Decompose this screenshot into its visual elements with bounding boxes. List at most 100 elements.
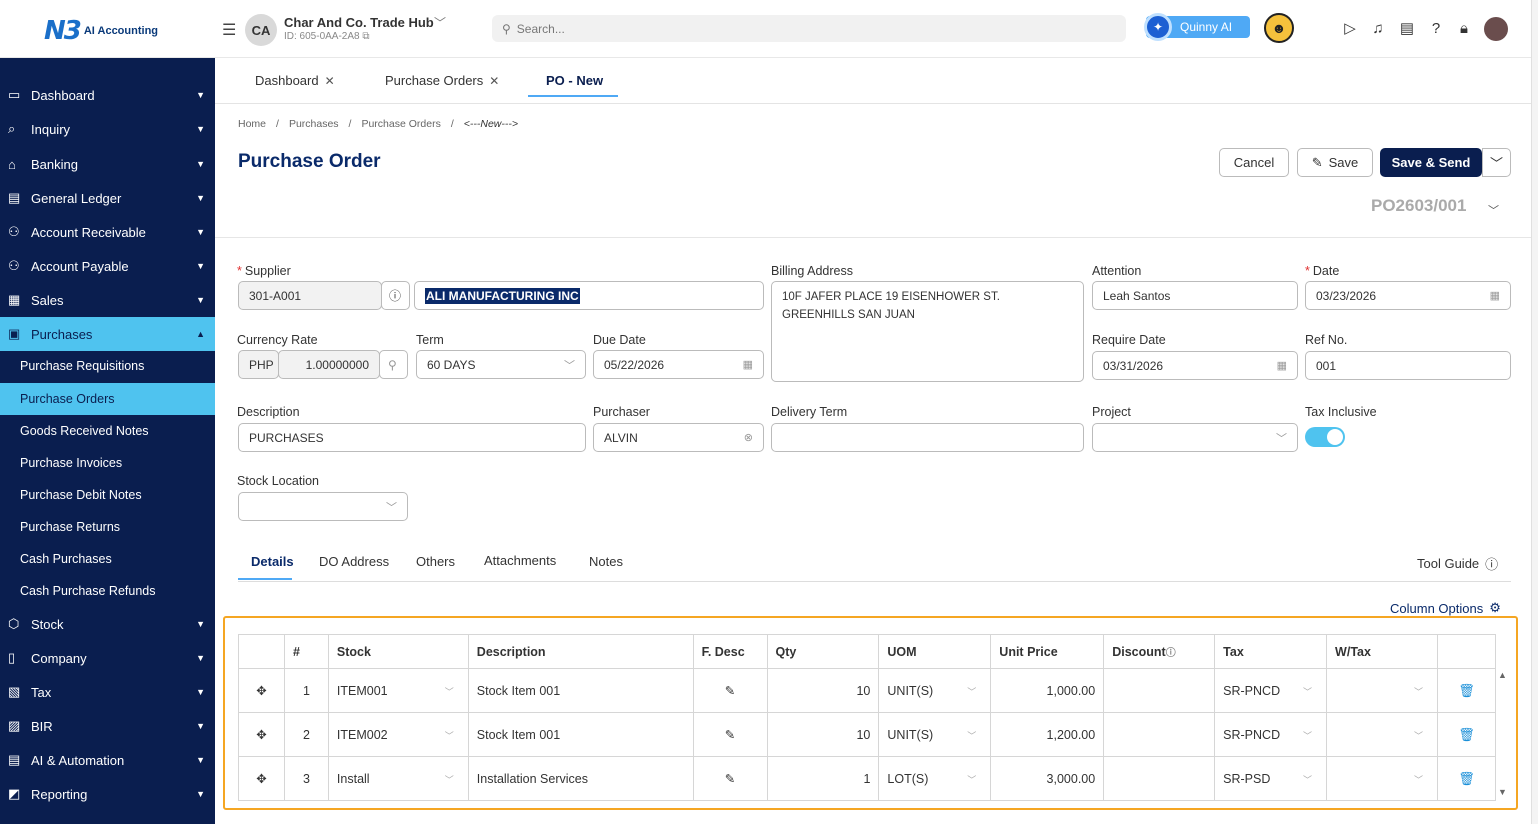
copy-icon[interactable]: ⧉: [362, 31, 369, 42]
close-icon[interactable]: ✕: [325, 74, 335, 88]
discount-cell[interactable]: [1103, 712, 1216, 757]
sidebar-sub-purchase-returns[interactable]: Purchase Returns: [0, 511, 215, 543]
header-tax[interactable]: Tax: [1214, 634, 1328, 669]
chevron-down-icon[interactable]: ﹀: [434, 14, 446, 31]
calendar-icon[interactable]: ▦: [1277, 359, 1287, 372]
scroll-up-arrow[interactable]: ▲: [1498, 670, 1507, 680]
unit-price-cell[interactable]: 3,000.00: [990, 756, 1105, 801]
tab-details[interactable]: Details: [251, 554, 294, 569]
breadcrumb-purchase-orders[interactable]: Purchase Orders: [361, 118, 440, 130]
chevron-down-icon[interactable]: ﹀: [1488, 202, 1499, 218]
column-options-button[interactable]: Column Options ⚙: [1390, 600, 1501, 616]
header-stock[interactable]: Stock: [327, 634, 469, 669]
description-cell[interactable]: Stock Item 001: [467, 712, 694, 757]
header-discount[interactable]: Discountⓘ: [1103, 634, 1216, 669]
tool-guide-button[interactable]: Tool Guide ⓘ: [1417, 554, 1498, 573]
sidebar-item-dashboard[interactable]: ▭ Dashboard ▼: [0, 78, 215, 112]
unit-price-cell[interactable]: 1,200.00: [990, 712, 1105, 757]
sidebar-sub-purchase-invoices[interactable]: Purchase Invoices: [0, 447, 215, 479]
calendar-icon[interactable]: ▦: [743, 358, 753, 371]
sidebar-sub-cash-purchase-refunds[interactable]: Cash Purchase Refunds: [0, 575, 215, 607]
sidebar-sub-purchase-requisitions[interactable]: Purchase Requisitions: [0, 350, 215, 382]
sidebar-item-purchases[interactable]: ▣ Purchases ▲: [0, 317, 215, 351]
lock-icon[interactable]: 🔒︎: [1454, 18, 1474, 38]
unit-price-cell[interactable]: 1,000.00: [990, 668, 1105, 713]
uom-cell[interactable]: UNIT(S) ﹀: [878, 712, 992, 757]
header-description[interactable]: Description: [467, 634, 694, 669]
supplier-name-field[interactable]: ALI MANUFACTURING INC: [414, 281, 764, 310]
tab-dashboard[interactable]: Dashboard ✕: [255, 73, 335, 88]
tab-purchase-orders[interactable]: Purchase Orders ✕: [385, 73, 499, 88]
supplier-info-button[interactable]: ⓘ: [381, 281, 410, 310]
page-scrollbar[interactable]: [1531, 0, 1538, 824]
uom-cell[interactable]: UNIT(S) ﹀: [878, 668, 992, 713]
sidebar-item-account-receivable[interactable]: ⚇ Account Receivable ▼: [0, 215, 215, 249]
wtax-cell[interactable]: ﹀: [1326, 756, 1438, 801]
search-input[interactable]: ⚲ Search...: [492, 15, 1126, 42]
quinny-ai-icon[interactable]: ✦: [1144, 13, 1172, 41]
header-unit-price[interactable]: Unit Price: [990, 634, 1105, 669]
sidebar-item-sales[interactable]: ▦ Sales ▼: [0, 283, 215, 317]
header-qty[interactable]: Qty: [766, 634, 880, 669]
edit-description-icon[interactable]: ✎: [692, 712, 768, 757]
require-date-field[interactable]: 03/31/2026 ▦: [1092, 351, 1298, 380]
stock-location-select[interactable]: ﹀: [238, 492, 408, 521]
sidebar-item-bir[interactable]: ▨ BIR ▼: [0, 709, 215, 743]
close-icon[interactable]: ✕: [489, 74, 499, 88]
qty-cell[interactable]: 10: [766, 712, 880, 757]
bell-icon[interactable]: ♫: [1368, 18, 1388, 38]
company-name[interactable]: Char And Co. Trade Hub: [284, 15, 434, 30]
sidebar-item-stock[interactable]: ⬡ Stock ▼: [0, 607, 215, 641]
sidebar-item-general-ledger[interactable]: ▤ General Ledger ▼: [0, 181, 215, 215]
description-cell[interactable]: Stock Item 001: [467, 668, 694, 713]
help-icon[interactable]: ⓘ: [1166, 648, 1176, 659]
delete-row-button[interactable]: 🗑︎: [1436, 668, 1497, 713]
description-field[interactable]: PURCHASES: [238, 423, 586, 452]
wtax-cell[interactable]: ﹀: [1326, 712, 1438, 757]
header-f-desc[interactable]: F. Desc: [692, 634, 768, 669]
delivery-term-field[interactable]: [771, 423, 1084, 452]
due-date-field[interactable]: 05/22/2026 ▦: [593, 350, 764, 379]
help-icon[interactable]: ?: [1426, 18, 1446, 38]
save-send-button[interactable]: Save & Send: [1380, 148, 1482, 177]
sidebar-item-reporting[interactable]: ◩ Reporting ▼: [0, 777, 215, 811]
sidebar-item-inquiry[interactable]: ⌕ Inquiry ▼: [0, 112, 215, 146]
header-uom[interactable]: UOM: [878, 634, 992, 669]
edit-description-icon[interactable]: ✎: [692, 756, 768, 801]
discount-cell[interactable]: [1103, 756, 1216, 801]
breadcrumb-purchases[interactable]: Purchases: [289, 118, 339, 130]
play-icon[interactable]: ▷: [1340, 18, 1360, 38]
billing-address-field[interactable]: 10F JAFER PLACE 19 EISENHOWER ST. GREENH…: [771, 281, 1084, 382]
tax-cell[interactable]: SR-PSD ﹀: [1214, 756, 1328, 801]
discount-cell[interactable]: [1103, 668, 1216, 713]
app-logo[interactable]: N3 AI Accounting: [44, 16, 158, 46]
sidebar-sub-purchase-orders[interactable]: Purchase Orders: [0, 383, 215, 415]
currency-rate-field[interactable]: 1.00000000: [278, 350, 380, 379]
purchaser-field[interactable]: ALVIN ⊗: [593, 423, 764, 452]
sidebar-sub-purchase-debit-notes[interactable]: Purchase Debit Notes: [0, 479, 215, 511]
description-cell[interactable]: Installation Services: [467, 756, 694, 801]
clear-icon[interactable]: ⊗: [744, 431, 753, 444]
supplier-code-field[interactable]: 301-A001: [238, 281, 382, 310]
sidebar-item-account-payable[interactable]: ⚇ Account Payable ▼: [0, 249, 215, 283]
more-actions-button[interactable]: ﹀: [1482, 148, 1511, 177]
delete-row-button[interactable]: 🗑︎: [1436, 756, 1497, 801]
header-wtax[interactable]: W/Tax: [1326, 634, 1438, 669]
tab-others[interactable]: Others: [416, 554, 455, 569]
sidebar-item-tax[interactable]: ▧ Tax ▼: [0, 675, 215, 709]
tab-do-address[interactable]: DO Address: [319, 554, 389, 569]
delete-row-button[interactable]: 🗑︎: [1436, 712, 1497, 757]
sidebar-item-banking[interactable]: ⌂ Banking ▼: [0, 147, 215, 181]
tab-notes[interactable]: Notes: [589, 554, 623, 569]
currency-field[interactable]: PHP: [238, 350, 279, 379]
project-select[interactable]: ﹀: [1092, 423, 1298, 452]
qty-cell[interactable]: 10: [766, 668, 880, 713]
ref-no-field[interactable]: 001: [1305, 351, 1511, 380]
date-field[interactable]: 03/23/2026 ▦: [1305, 281, 1511, 310]
cancel-button[interactable]: Cancel: [1219, 148, 1289, 177]
sidebar-item-ai-automation[interactable]: ▤ AI & Automation ▼: [0, 743, 215, 777]
tax-cell[interactable]: SR-PNCD ﹀: [1214, 712, 1328, 757]
tab-attachments[interactable]: Attachments: [484, 553, 556, 568]
breadcrumb-home[interactable]: Home: [238, 118, 266, 130]
drag-handle-icon[interactable]: ✥: [238, 756, 285, 801]
